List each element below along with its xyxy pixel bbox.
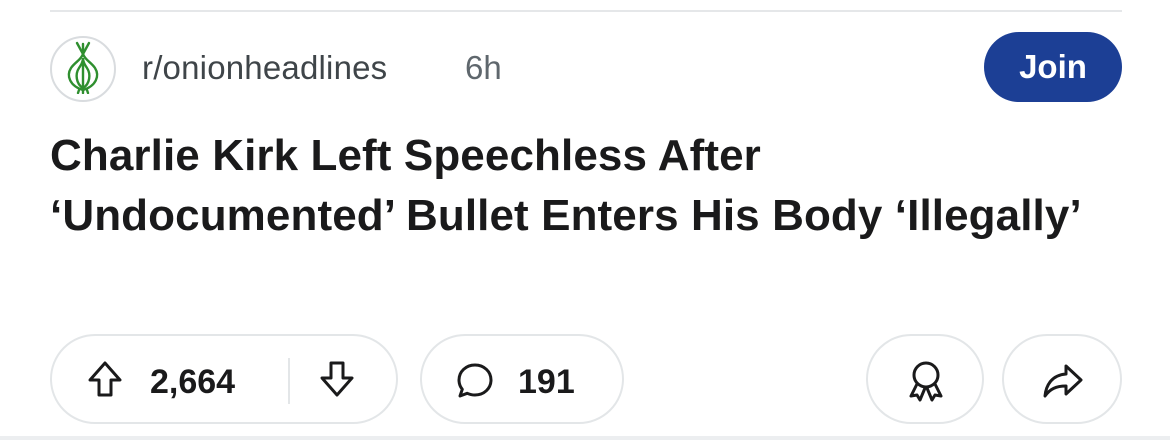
comments-button[interactable]: 191: [420, 334, 624, 424]
comment-count: 191: [518, 363, 575, 401]
subreddit-name[interactable]: r/onionheadlines: [142, 49, 387, 87]
bottom-divider: [0, 436, 1170, 440]
arrow-down-icon: [319, 360, 355, 403]
arrow-up-icon: [87, 360, 123, 403]
vote-bar: 2,664: [50, 334, 398, 424]
post-age: 6h: [465, 49, 502, 86]
subreddit-avatar[interactable]: [50, 36, 116, 102]
downvote-button[interactable]: [314, 358, 360, 404]
upvote-button[interactable]: [82, 358, 128, 404]
share-button[interactable]: [1002, 334, 1122, 424]
action-bar: 2,664 191: [50, 334, 1122, 424]
onion-icon: [58, 40, 108, 99]
upvote-count: 2,664: [150, 363, 236, 401]
award-icon: [903, 357, 949, 405]
comment-bubble-icon: [452, 359, 498, 403]
post-title[interactable]: Charlie Kirk Left Speechless After ‘Undo…: [50, 126, 1110, 246]
award-button[interactable]: [866, 334, 984, 424]
top-divider: [50, 10, 1122, 12]
share-arrow-icon: [1039, 358, 1087, 404]
vote-divider: [288, 358, 290, 404]
post-header: r/onionheadlines 6h Join: [50, 32, 1122, 104]
join-button[interactable]: Join: [984, 32, 1122, 102]
